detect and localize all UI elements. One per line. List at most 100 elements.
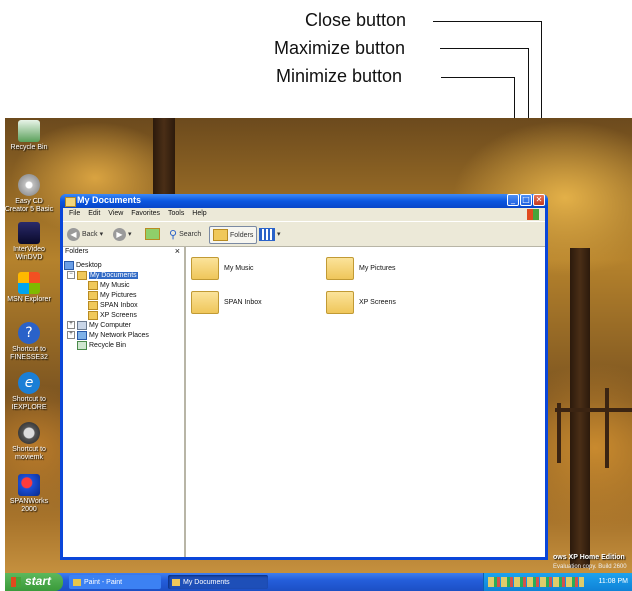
menu-edit[interactable]: Edit xyxy=(88,210,100,217)
menu-help[interactable]: Help xyxy=(192,210,206,217)
window-title: My Documents xyxy=(77,195,142,205)
desktop-icon-msn[interactable]: MSN Explorer xyxy=(5,272,55,304)
callout-maximize-label: Maximize button xyxy=(274,38,406,58)
watermark-edition: ows XP Home Edition xyxy=(553,554,625,561)
views-icon xyxy=(259,227,275,241)
forward-button[interactable]: ▶ ▾ xyxy=(113,226,132,242)
folder-icon xyxy=(88,300,98,310)
callout-close-label: Close button xyxy=(305,10,407,30)
tree-item-span-inbox[interactable]: SPAN Inbox xyxy=(88,300,138,310)
recycle-bin-icon xyxy=(77,340,87,350)
menu-view[interactable]: View xyxy=(108,210,123,217)
fence xyxy=(555,408,632,412)
back-arrow-icon: ◀ xyxy=(67,227,80,241)
folder-icon xyxy=(88,310,98,320)
network-icon xyxy=(77,330,87,340)
maximize-button[interactable]: □ xyxy=(520,194,532,206)
folder-icon xyxy=(77,270,87,280)
msn-icon xyxy=(18,272,40,294)
folder-icon xyxy=(326,291,354,314)
desktop-icon-finesse[interactable]: ? Shortcut to FINESSE32 xyxy=(5,322,55,362)
computer-icon xyxy=(77,320,87,330)
windows-logo-icon xyxy=(527,209,539,220)
tree-item-my-documents[interactable]: − My Documents xyxy=(67,270,138,280)
system-tray: 11:08 PM xyxy=(483,573,632,591)
folder-item-span-inbox[interactable]: SPAN Inbox xyxy=(191,291,262,314)
menu-tools[interactable]: Tools xyxy=(168,210,184,217)
tree-item-my-network-places[interactable]: + My Network Places xyxy=(67,330,149,340)
search-icon: ⚲ xyxy=(169,228,178,241)
internet-explorer-icon: e xyxy=(18,372,40,394)
music-folder-icon xyxy=(88,280,98,290)
spanworks-icon xyxy=(18,474,40,496)
folders-pane-header: Folders × xyxy=(65,246,180,256)
tray-icons[interactable] xyxy=(488,577,584,587)
collapse-icon: − xyxy=(67,271,75,279)
callout-minimize-label: Minimize button xyxy=(276,66,403,86)
title-bar[interactable]: My Documents _ □ ✕ xyxy=(60,194,548,208)
close-button[interactable]: ✕ xyxy=(533,194,545,206)
up-button[interactable] xyxy=(145,226,160,242)
toolbar: ◀ Back ▾ ▶ ▾ ⚲ Search Folders ▾ xyxy=(63,221,545,247)
tree-trunk xyxy=(153,118,175,198)
watermark-build: Evaluation copy. Build 2600 xyxy=(553,564,627,570)
desktop-icon-spanworks[interactable]: SPANWorks 2000 xyxy=(5,474,55,514)
dropdown-arrow-icon: ▾ xyxy=(99,231,104,238)
close-pane-button[interactable]: × xyxy=(175,246,180,256)
task-button-paint[interactable]: Paint - Paint xyxy=(69,575,161,589)
folder-item-xp-screens[interactable]: XP Screens xyxy=(326,291,396,314)
minimize-button[interactable]: _ xyxy=(507,194,519,206)
back-button[interactable]: ◀ Back ▾ xyxy=(67,226,103,242)
tree-item-my-music[interactable]: My Music xyxy=(88,280,130,290)
pictures-folder-icon xyxy=(326,257,354,280)
expand-icon: + xyxy=(67,331,75,339)
tree-item-my-pictures[interactable]: My Pictures xyxy=(88,290,137,300)
desktop-icon-recycle-bin[interactable]: Recycle Bin xyxy=(5,120,55,152)
music-folder-icon xyxy=(191,257,219,280)
dropdown-arrow-icon: ▾ xyxy=(128,231,132,238)
desktop-icon-windvd[interactable]: InterVideo WinDVD xyxy=(5,222,55,262)
desktop-icon-iexplore[interactable]: e Shortcut to IEXPLORE xyxy=(5,372,55,412)
tree-item-recycle-bin[interactable]: Recycle Bin xyxy=(77,340,126,350)
explorer-window[interactable]: My Documents _ □ ✕ File Edit View Favori… xyxy=(60,194,548,560)
movie-maker-icon xyxy=(18,422,40,444)
menu-file[interactable]: File xyxy=(69,210,80,217)
dropdown-arrow-icon: ▾ xyxy=(277,231,281,238)
expand-icon: + xyxy=(67,321,75,329)
cd-creator-icon xyxy=(18,174,40,196)
folder-icon xyxy=(65,197,76,207)
desktop-icon-easy-cd[interactable]: Easy CD Creator 5 Basic xyxy=(5,174,55,214)
window-client: File Edit View Favorites Tools Help ◀ Ba… xyxy=(63,208,545,557)
folder-item-my-pictures[interactable]: My Pictures xyxy=(326,257,396,280)
desktop-icon xyxy=(64,260,74,270)
search-button[interactable]: ⚲ Search xyxy=(169,226,201,242)
folder-icon xyxy=(191,291,219,314)
views-button[interactable]: ▾ xyxy=(259,226,281,242)
task-button-my-documents[interactable]: My Documents xyxy=(168,575,268,589)
folders-pane: Folders × Desktop − My Documents My Musi… xyxy=(63,246,186,557)
tree-item-my-computer[interactable]: + My Computer xyxy=(67,320,131,330)
up-folder-icon xyxy=(145,228,160,240)
folders-icon xyxy=(213,229,228,241)
callout-close-line-h xyxy=(433,21,541,22)
fence xyxy=(605,388,609,468)
desktop-icon-moviemk[interactable]: Shortcut to moviemk xyxy=(5,422,55,462)
content-pane: My Music My Pictures SPAN Inbox XP Scree… xyxy=(186,247,545,557)
pictures-folder-icon xyxy=(88,290,98,300)
windows-flag-icon xyxy=(11,577,21,587)
folder-item-my-music[interactable]: My Music xyxy=(191,257,254,280)
folders-button[interactable]: Folders xyxy=(209,226,258,244)
windvd-icon xyxy=(18,222,40,244)
start-button[interactable]: start xyxy=(5,573,63,591)
paint-icon xyxy=(73,578,81,586)
taskbar: start Paint - Paint My Documents 11:08 P… xyxy=(5,573,632,591)
menu-bar: File Edit View Favorites Tools Help xyxy=(63,208,545,221)
menu-favorites[interactable]: Favorites xyxy=(131,210,160,217)
callout-minimize-line-h xyxy=(441,77,514,78)
clock[interactable]: 11:08 PM xyxy=(599,578,628,585)
tree-item-desktop[interactable]: Desktop xyxy=(64,260,102,270)
recycle-bin-icon xyxy=(18,120,40,142)
callout-maximize-line-h xyxy=(440,48,528,49)
tree-item-xp-screens[interactable]: XP Screens xyxy=(88,310,137,320)
forward-arrow-icon: ▶ xyxy=(113,227,126,241)
